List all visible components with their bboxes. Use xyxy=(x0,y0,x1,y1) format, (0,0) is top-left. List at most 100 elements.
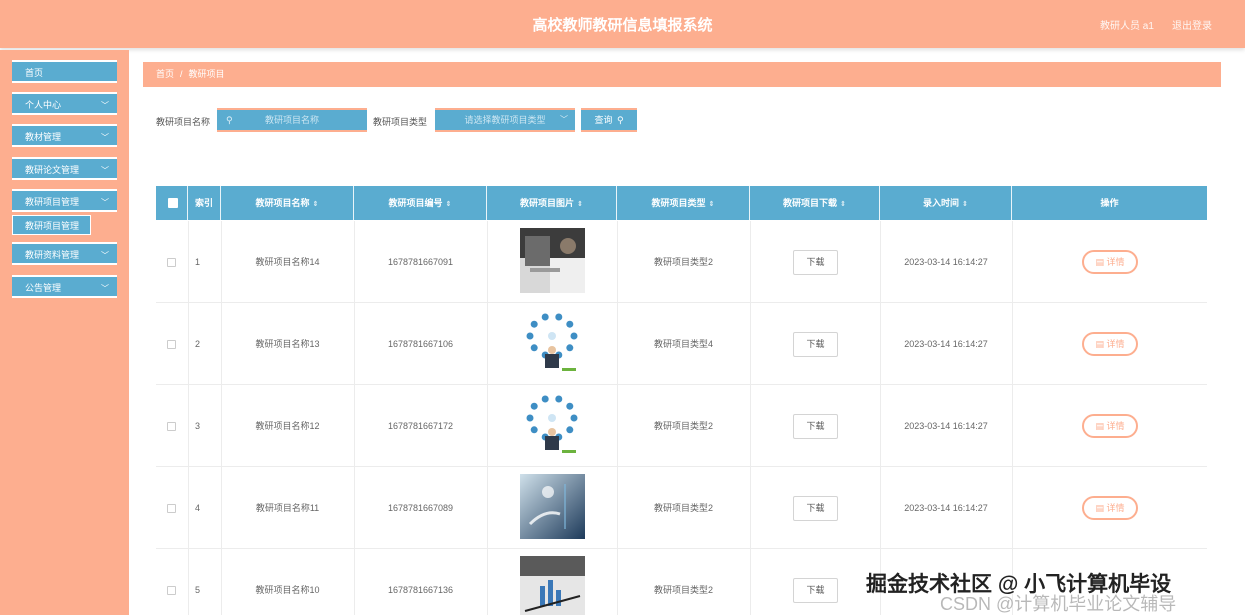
chevron-down-icon: ﹀ xyxy=(101,101,109,110)
chevron-down-icon: ﹀ xyxy=(560,115,568,124)
cell-type: 教研项目类型2 xyxy=(653,585,713,595)
detail-button[interactable]: ▤ 详情 xyxy=(1082,414,1138,438)
project-thumbnail[interactable] xyxy=(520,392,585,457)
table-row: 2 教研项目名称13 1678781667106 教研项目类型4 2023-03-14 … xyxy=(156,303,1207,385)
detail-button[interactable]: ▤ 详情 xyxy=(1082,332,1138,356)
document-icon: ▤ xyxy=(1095,503,1107,513)
sidebar-item-home[interactable]: 首页 xyxy=(12,60,117,83)
column-divider xyxy=(1012,467,1013,549)
cell-time: 2023-03-14 16:14:27 xyxy=(904,339,988,349)
chevron-down-icon: ﹀ xyxy=(101,251,109,260)
cell-name: 教研项目名称10 xyxy=(255,585,320,595)
row-checkbox[interactable] xyxy=(167,504,176,513)
query-button[interactable]: 查询 ⚲ xyxy=(581,108,637,132)
row-checkbox[interactable] xyxy=(167,258,176,267)
cell-index: 2 xyxy=(195,339,201,349)
sort-icon[interactable]: ⇕ xyxy=(313,201,319,208)
download-button[interactable]: 下载 xyxy=(793,496,838,521)
breadcrumb-separator: / xyxy=(180,69,183,79)
download-button[interactable]: 下载 xyxy=(793,578,838,603)
column-divider xyxy=(750,221,751,303)
search-icon: ⚲ xyxy=(226,115,233,125)
query-button-label: 查询 xyxy=(594,115,613,125)
sort-icon[interactable]: ⇕ xyxy=(446,201,452,208)
column-divider xyxy=(1012,303,1013,385)
cell-index: 1 xyxy=(195,257,201,267)
cell-code: 1678781667091 xyxy=(387,257,454,267)
cell-type: 教研项目类型2 xyxy=(653,503,713,513)
sidebar-item-label: 教研论文管理 xyxy=(25,165,80,175)
download-button[interactable]: 下载 xyxy=(793,250,838,275)
column-header-index: 索引 xyxy=(188,186,221,220)
project-name-input[interactable]: ⚲ 教研项目名称 xyxy=(217,108,367,132)
current-user-label: 教研人员 a1 xyxy=(1100,21,1154,32)
chevron-down-icon: ﹀ xyxy=(101,133,109,142)
sidebar-item-label: 教材管理 xyxy=(25,132,62,142)
row-checkbox[interactable] xyxy=(167,422,176,431)
project-name-placeholder: 教研项目名称 xyxy=(264,115,319,125)
project-thumbnail[interactable] xyxy=(520,474,585,539)
chevron-down-icon: ﹀ xyxy=(101,198,109,207)
column-divider xyxy=(750,303,751,385)
column-header-time[interactable]: 录入时间 ⇕ xyxy=(880,186,1012,220)
project-type-placeholder: 请选择教研项目类型 xyxy=(464,115,546,125)
download-button[interactable]: 下载 xyxy=(793,414,838,439)
sidebar-item-materials[interactable]: 教研资料管理 ﹀ xyxy=(12,242,117,265)
row-checkbox[interactable] xyxy=(167,586,176,595)
detail-button-label: 详情 xyxy=(1106,257,1125,267)
column-divider xyxy=(750,467,751,549)
sort-icon[interactable]: ⇕ xyxy=(840,201,846,208)
cell-code: 1678781667089 xyxy=(387,503,454,513)
watermark-csdn: CSDN @计算机毕业论文辅导 xyxy=(940,594,1177,614)
cell-name: 教研项目名称11 xyxy=(255,503,320,513)
project-name-label: 教研项目名称 xyxy=(156,117,211,127)
breadcrumb-home[interactable]: 首页 xyxy=(156,69,174,79)
document-icon: ▤ xyxy=(1095,421,1107,431)
cell-name: 教研项目名称13 xyxy=(255,339,320,349)
column-header-code[interactable]: 教研项目编号 ⇕ xyxy=(354,186,487,220)
column-divider xyxy=(1012,221,1013,303)
project-thumbnail[interactable] xyxy=(520,556,585,615)
sidebar-item-profile[interactable]: 个人中心 ﹀ xyxy=(12,92,117,115)
cell-code: 1678781667106 xyxy=(387,339,454,349)
project-type-select[interactable]: 请选择教研项目类型 ﹀ xyxy=(435,108,575,132)
project-thumbnail[interactable] xyxy=(520,310,585,375)
cell-code: 1678781667172 xyxy=(387,421,454,431)
sidebar-item-label: 首页 xyxy=(25,68,44,78)
sidebar-item-projects[interactable]: 教研项目管理 ﹀ xyxy=(12,189,117,212)
detail-button[interactable]: ▤ 详情 xyxy=(1082,496,1138,520)
cell-type: 教研项目类型2 xyxy=(653,257,713,267)
sidebar-item-label: 个人中心 xyxy=(25,100,62,110)
sort-icon[interactable]: ⇕ xyxy=(962,201,968,208)
select-all-checkbox[interactable] xyxy=(168,198,178,208)
column-divider xyxy=(487,467,488,549)
cell-index: 4 xyxy=(195,503,201,513)
document-icon: ▤ xyxy=(1095,257,1107,267)
search-icon: ⚲ xyxy=(616,115,624,125)
column-divider xyxy=(1012,385,1013,467)
table-row: 1 教研项目名称14 1678781667091 教研项目类型2 2023-03-14 … xyxy=(156,221,1207,303)
column-header-actions: 操作 xyxy=(1100,198,1119,208)
sidebar-item-announcements[interactable]: 公告管理 ﹀ xyxy=(12,275,117,298)
sidebar-subitem-project-management[interactable]: 教研项目管理 xyxy=(12,215,91,235)
download-button[interactable]: 下载 xyxy=(793,332,838,357)
cell-type: 教研项目类型2 xyxy=(653,421,713,431)
sort-icon[interactable]: ⇕ xyxy=(709,201,715,208)
detail-button[interactable]: ▤ 详情 xyxy=(1082,250,1138,274)
column-header-download[interactable]: 教研项目下载 ⇕ xyxy=(750,186,880,220)
project-thumbnail[interactable] xyxy=(520,228,585,293)
chevron-down-icon: ﹀ xyxy=(101,166,109,175)
column-header-name[interactable]: 教研项目名称 ⇕ xyxy=(221,186,354,220)
sidebar-item-papers[interactable]: 教研论文管理 ﹀ xyxy=(12,157,117,180)
row-checkbox[interactable] xyxy=(167,340,176,349)
detail-button-label: 详情 xyxy=(1106,339,1125,349)
cell-index: 3 xyxy=(195,421,201,431)
logout-link[interactable]: 退出登录 xyxy=(1172,17,1212,32)
column-divider xyxy=(750,385,751,467)
column-header-type[interactable]: 教研项目类型 ⇕ xyxy=(617,186,750,220)
sort-icon[interactable]: ⇕ xyxy=(577,201,583,208)
cell-code: 1678781667136 xyxy=(387,585,454,595)
column-header-image[interactable]: 教研项目图片 ⇕ xyxy=(487,186,617,220)
table-row: 3 教研项目名称12 1678781667172 教研项目类型2 2023-03-14 … xyxy=(156,385,1207,467)
sidebar-item-textbooks[interactable]: 教材管理 ﹀ xyxy=(12,124,117,147)
